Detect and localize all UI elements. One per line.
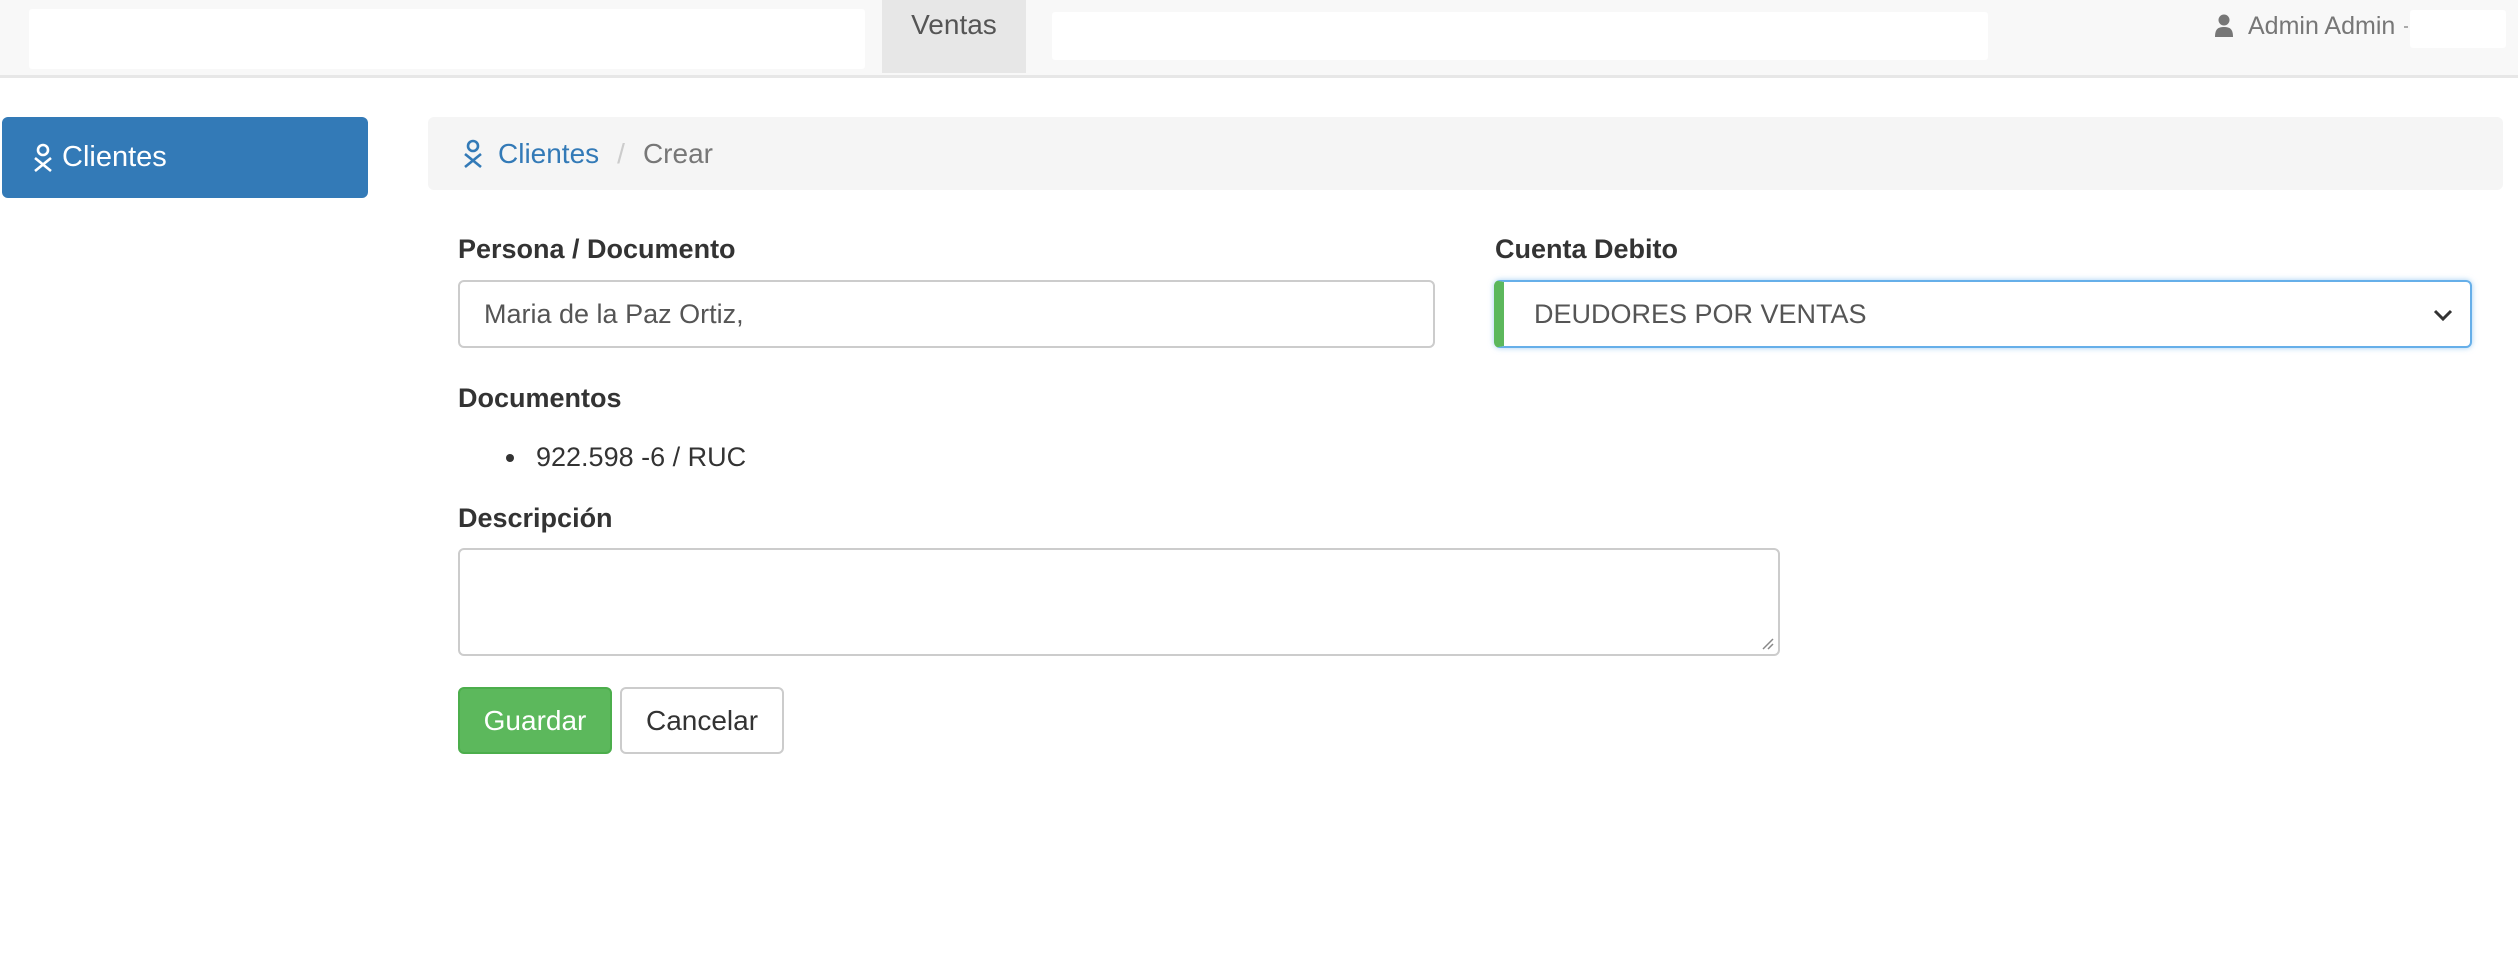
breadcrumb: Clientes / Crear bbox=[428, 117, 2503, 190]
documento-text: 922.598 -6 / RUC bbox=[536, 442, 747, 472]
bullet-icon bbox=[506, 453, 514, 462]
user-name: Admin Admin bbox=[2248, 11, 2396, 40]
documentos-label: Documentos bbox=[458, 383, 622, 413]
user-menu[interactable]: Admin Admin bbox=[2214, 8, 2395, 44]
cuenta-debito-selected: DEUDORES POR VENTAS bbox=[1534, 298, 1867, 329]
person-icon bbox=[34, 143, 52, 172]
sidebar-item-label: Clientes bbox=[62, 141, 167, 173]
navbar-brand-area bbox=[29, 9, 865, 69]
nav-tab-ventas[interactable]: Ventas bbox=[882, 0, 1026, 73]
save-button[interactable]: Guardar bbox=[458, 687, 612, 754]
list-item: 922.598 -6 / RUC bbox=[506, 442, 746, 473]
user-menu-caret-icon[interactable] bbox=[2404, 26, 2408, 28]
breadcrumb-current: Crear bbox=[642, 137, 713, 169]
descripcion-textarea[interactable] bbox=[458, 548, 1780, 656]
cancel-button[interactable]: Cancelar bbox=[620, 687, 784, 754]
chevron-down-icon bbox=[2433, 309, 2453, 322]
top-navbar: Ventas Admin Admin bbox=[0, 0, 2518, 78]
breadcrumb-link-clientes[interactable]: Clientes bbox=[462, 138, 599, 170]
navbar-menu-area bbox=[1052, 12, 1988, 60]
sidebar-item-clientes[interactable]: Clientes bbox=[2, 117, 368, 198]
cuenta-debito-label: Cuenta Debito bbox=[1495, 234, 1679, 264]
user-icon bbox=[2215, 14, 2233, 37]
persona-label: Persona / Documento bbox=[458, 234, 736, 264]
cuenta-debito-select[interactable]: DEUDORES POR VENTAS bbox=[1494, 280, 2472, 348]
persona-input[interactable]: Maria de la Paz Ortiz, bbox=[458, 280, 1435, 348]
person-icon bbox=[464, 139, 482, 168]
resize-grip-icon[interactable] bbox=[1760, 636, 1774, 650]
breadcrumb-separator: / bbox=[617, 137, 625, 169]
breadcrumb-link-label: Clientes bbox=[498, 137, 600, 169]
documentos-list: 922.598 -6 / RUC bbox=[506, 442, 746, 473]
descripcion-label: Descripción bbox=[458, 503, 613, 533]
navbar-extra-area bbox=[2410, 10, 2506, 48]
persona-input-value: Maria de la Paz Ortiz, bbox=[484, 298, 744, 329]
